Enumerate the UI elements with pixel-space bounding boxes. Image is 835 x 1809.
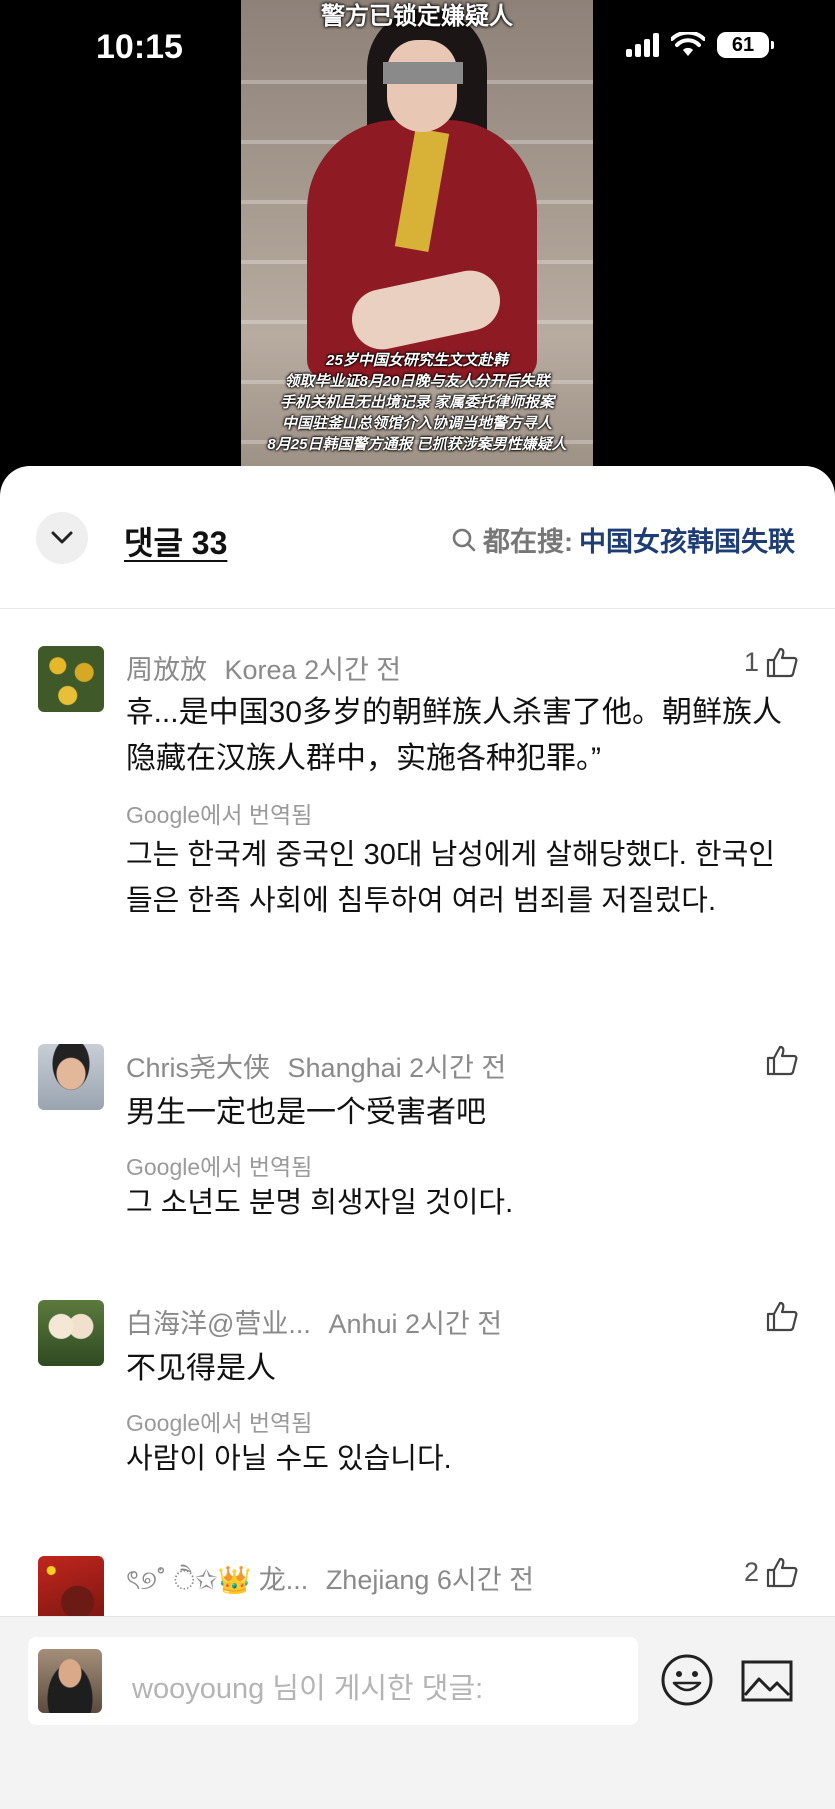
like-count: 1 [743, 646, 759, 677]
caption-line: 手机关机且无出境记录 家属委托律师报案 [279, 394, 555, 411]
comment-input-bar: wooyoung 님이 게시한 댓글: [0, 1616, 835, 1809]
comment-username[interactable]: Chris尧大侠 [126, 1053, 270, 1083]
comment-time: 6시간 전 [436, 1565, 534, 1595]
like-button[interactable] [759, 1300, 799, 1332]
avatar[interactable] [38, 1044, 104, 1110]
comment-username[interactable]: 周放放 [126, 655, 207, 685]
comment-translation: 사람이 아닐 수도 있습니다. [126, 1443, 452, 1475]
comment-username[interactable]: ৎ୭࣪˚ ੈ✩👑 龙... [126, 1565, 308, 1595]
status-time: 10:15 [96, 28, 183, 66]
comment-username[interactable]: 白海洋@营业... [126, 1309, 311, 1339]
translated-label: Google에서 번역됨 [126, 1154, 313, 1180]
like-button[interactable]: 2 [744, 1556, 799, 1588]
comment-time: 2시간 전 [409, 1053, 507, 1083]
wifi-icon [671, 32, 705, 56]
thumbs-up-icon [766, 647, 798, 678]
comment-meta: ৎ୭࣪˚ ੈ✩👑 龙... Zhejiang 6시간 전 [126, 1558, 534, 1605]
caption-line: 领取毕业证8月20日晚与友人分开后失联 [284, 373, 550, 390]
like-count: 2 [743, 1556, 759, 1587]
search-term[interactable]: 中国女孩韩国失联 [579, 520, 795, 559]
video-frame: 警方已锁定嫌疑人 25岁中国女研究生文文赴韩 领取毕业证8月20日晚与友人分开后… [241, 0, 593, 480]
comment-time: 2시간 전 [304, 655, 402, 685]
smiley-icon [661, 1654, 713, 1706]
comment-time: 2시간 전 [405, 1309, 503, 1339]
comment-input[interactable]: wooyoung 님이 게시한 댓글: [28, 1637, 638, 1725]
translated-label: Google에서 번역됨 [126, 1410, 313, 1436]
comment-meta: Chris尧大侠 Shanghai 2시간 전 [126, 1046, 506, 1085]
search-suggestion[interactable]: 都在搜: 中国女孩韩国失联 [451, 520, 795, 559]
video-caption: 25岁中国女研究生文文赴韩 领取毕业证8月20日晚与友人分开后失联 手机关机且无… [241, 350, 593, 455]
translated-label: Google에서 번역됨 [126, 802, 313, 828]
avatar[interactable] [38, 646, 104, 712]
comment-location: Anhui [328, 1309, 398, 1339]
comment-location: Zhejiang [325, 1565, 430, 1595]
caption-line: 中国驻釜山总领馆介入协调当地警方寻人 [281, 415, 552, 432]
cellular-signal-icon [626, 33, 659, 57]
video-player[interactable]: 警方已锁定嫌疑人 25岁中国女研究生文文赴韩 领取毕业证8月20日晚与友人分开后… [0, 0, 835, 480]
image-icon [741, 1660, 793, 1702]
collapse-button[interactable] [36, 512, 88, 564]
battery-icon: 61 [717, 32, 774, 58]
status-icons: 61 [626, 32, 774, 58]
caption-line: 25岁中国女研究生文文赴韩 [326, 352, 508, 369]
video-title: 警方已锁定嫌疑人 [321, 3, 513, 30]
emoji-button[interactable] [660, 1653, 714, 1712]
comment-text: 男生一定也是一个受害者吧 [126, 1096, 486, 1129]
comment-text: 휴...是中国30多岁的朝鲜族人杀害了他。朝鲜族人隐藏在汉族人群中，实施各种犯罪… [126, 696, 782, 775]
comment-header: 댓글 33 都在搜: 中国女孩韩国失联 [0, 466, 835, 609]
avatar[interactable] [38, 1556, 104, 1622]
search-label: 都在搜: [483, 527, 573, 557]
chevron-down-icon [51, 531, 73, 544]
comment-count[interactable]: 댓글 33 [124, 518, 227, 564]
comment-meta: 周放放 Korea 2시간 전 [126, 648, 401, 687]
thumbs-up-icon [766, 1301, 798, 1332]
comment-meta: 白海洋@营业... Anhui 2시간 전 [126, 1302, 502, 1341]
search-icon [452, 528, 476, 551]
like-button[interactable] [759, 1044, 799, 1076]
comment-input-placeholder: wooyoung 님이 게시한 댓글: [132, 1673, 484, 1705]
like-button[interactable]: 1 [744, 646, 799, 678]
comment-location: Shanghai [287, 1053, 402, 1083]
avatar [38, 1649, 102, 1713]
comment-translation: 그는 한국계 중국인 30대 남성에게 살해당했다. 한국인들은 한족 사회에 … [126, 839, 775, 917]
thumbs-up-icon [766, 1045, 798, 1076]
caption-line: 8月25日韩国警方通报 已抓获涉案男性嫌疑人 [267, 436, 567, 453]
comment-text: 不见得是人 [126, 1352, 276, 1385]
censor-bar [383, 62, 463, 84]
comment-translation: 그 소년도 분명 희생자일 것이다. [126, 1187, 514, 1219]
thumbs-up-icon [766, 1557, 798, 1588]
comment-sheet: 댓글 33 都在搜: 中国女孩韩国失联 周放放 Korea 2시간 전 1 휴.… [0, 466, 835, 1808]
image-button[interactable] [740, 1653, 794, 1712]
avatar[interactable] [38, 1300, 104, 1366]
comment-location: Korea [224, 655, 297, 685]
